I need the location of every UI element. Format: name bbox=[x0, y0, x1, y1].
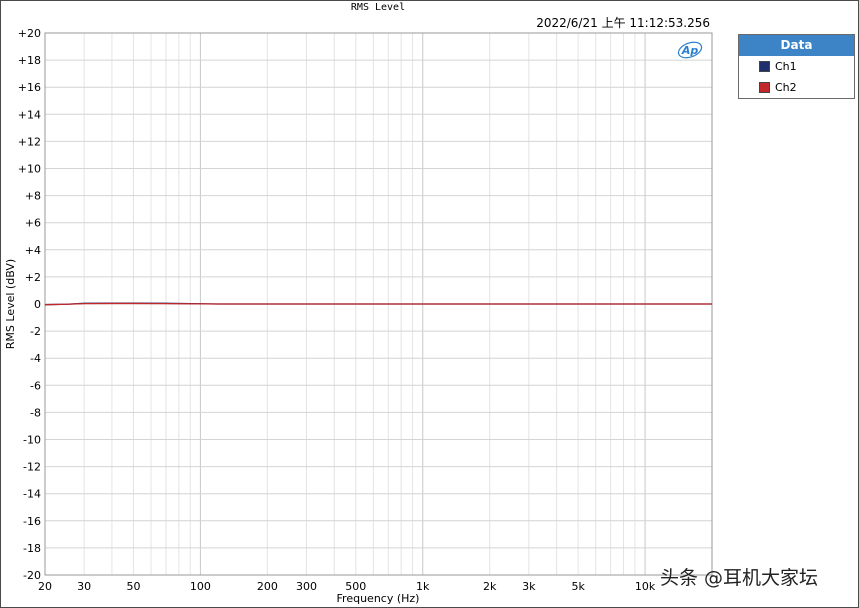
x-tick-label: 3k bbox=[522, 580, 536, 593]
legend-title: Data bbox=[739, 35, 854, 56]
y-tick-label: -8 bbox=[30, 406, 41, 419]
y-tick-label: +4 bbox=[25, 244, 41, 257]
y-tick-label: -4 bbox=[30, 352, 41, 365]
x-tick-label: 300 bbox=[296, 580, 317, 593]
watermark: 头条 @耳机大家坛 bbox=[660, 567, 819, 589]
x-tick-label: 100 bbox=[190, 580, 211, 593]
y-tick-label: +18 bbox=[18, 54, 41, 67]
ap-logo-text: Ap bbox=[681, 44, 699, 57]
y-tick-label: +10 bbox=[18, 163, 41, 176]
y-tick-label: +8 bbox=[25, 190, 41, 203]
y-tick-label: +16 bbox=[18, 81, 41, 94]
y-tick-label: 0 bbox=[34, 298, 41, 311]
x-tick-label: 200 bbox=[257, 580, 278, 593]
y-axis-label: RMS Level (dBV) bbox=[4, 259, 17, 349]
x-tick-label: 30 bbox=[77, 580, 91, 593]
legend: Data Ch1 Ch2 bbox=[738, 34, 855, 99]
legend-swatch-ch2 bbox=[759, 81, 770, 93]
y-tick-label: +2 bbox=[25, 271, 41, 284]
y-axis-ticks: +20+18+16+14+12+10+8+6+4+20-2-4-6-8-10-1… bbox=[18, 27, 41, 582]
timestamp: 2022/6/21 上午 11:12:53.256 bbox=[536, 16, 710, 30]
y-tick-label: -14 bbox=[23, 488, 41, 501]
legend-swatch-ch1 bbox=[759, 60, 770, 72]
x-tick-label: 20 bbox=[38, 580, 52, 593]
y-tick-label: -12 bbox=[23, 461, 41, 474]
legend-label-ch1: Ch1 bbox=[775, 59, 797, 73]
chart-title: RMS Level bbox=[351, 2, 405, 13]
y-tick-label: -2 bbox=[30, 325, 41, 338]
ap-logo: Ap bbox=[677, 41, 703, 59]
y-tick-label: -10 bbox=[23, 434, 41, 447]
legend-item-ch1[interactable]: Ch1 bbox=[759, 59, 797, 73]
legend-item-ch2[interactable]: Ch2 bbox=[759, 80, 797, 94]
x-tick-label: 10k bbox=[635, 580, 656, 593]
y-tick-label: -16 bbox=[23, 515, 41, 528]
y-tick-label: +20 bbox=[18, 27, 41, 40]
legend-label-ch2: Ch2 bbox=[775, 80, 797, 94]
y-tick-label: +14 bbox=[18, 108, 41, 121]
y-tick-label: -18 bbox=[23, 542, 41, 555]
rms-level-chart: RMS Level 2022/6/21 上午 11:12:53.256 +20+… bbox=[4, 2, 713, 605]
x-tick-label: 5k bbox=[571, 580, 585, 593]
y-tick-label: +6 bbox=[25, 217, 41, 230]
x-tick-label: 2k bbox=[483, 580, 497, 593]
x-tick-label: 50 bbox=[126, 580, 140, 593]
y-tick-label: -6 bbox=[30, 379, 41, 392]
y-tick-label: +12 bbox=[18, 135, 41, 148]
x-axis-label: Frequency (Hz) bbox=[337, 592, 420, 605]
